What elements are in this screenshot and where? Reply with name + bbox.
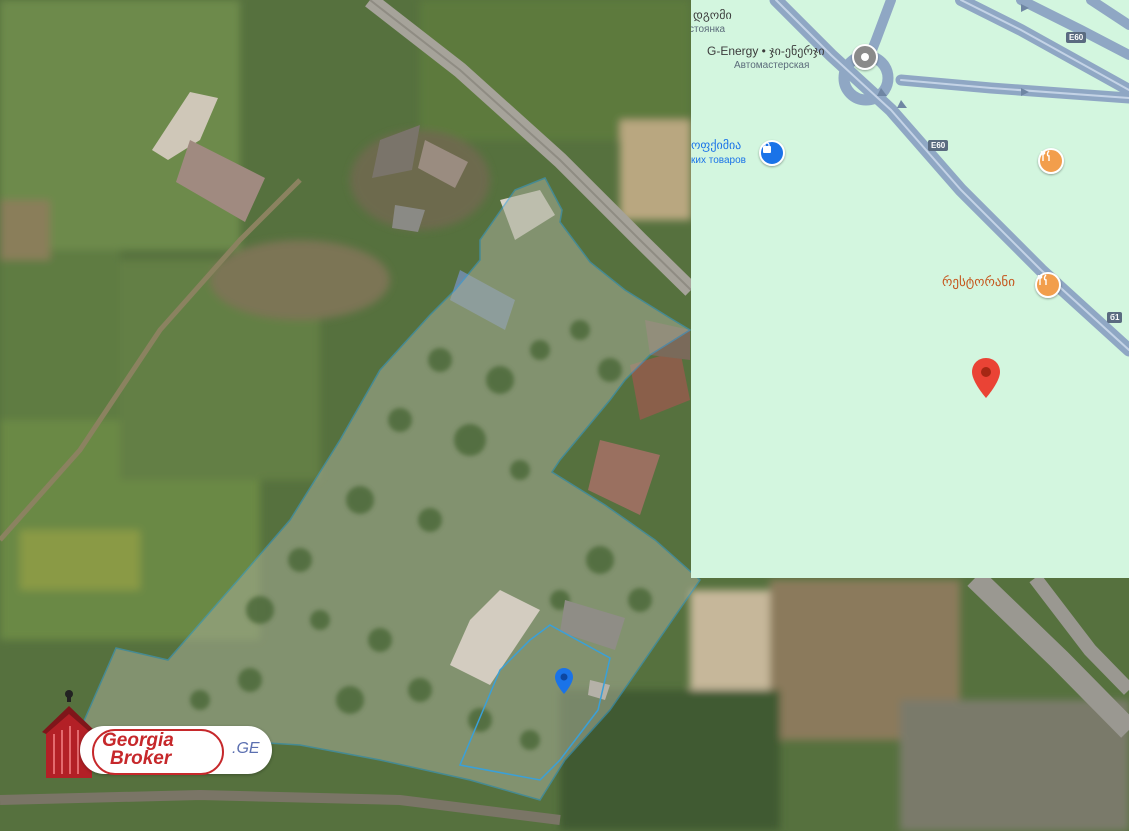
red-map-pin-icon[interactable] — [972, 358, 1000, 398]
fork-knife-icon[interactable] — [1038, 148, 1064, 174]
map-label-shop-sub: ких товаров — [691, 155, 746, 166]
fork-knife-icon[interactable] — [1035, 272, 1061, 298]
logo-line2: Broker — [110, 748, 172, 769]
map-label-restaurant[interactable]: რესტორანი — [942, 274, 1015, 290]
road-shield-b1: б1 — [1107, 312, 1123, 323]
map-label-parking-sub: стоянка — [691, 24, 726, 35]
map-label-gas-station[interactable]: G-Energy • ჯი-ენერჯი — [707, 44, 825, 58]
logo-name: Georgia Broker — [102, 731, 174, 769]
map-label-parking[interactable]: დგომი — [693, 8, 732, 22]
georgia-broker-logo: Georgia Broker .GE — [40, 690, 272, 782]
gas-station-icon[interactable] — [852, 44, 878, 70]
shopping-bag-icon[interactable] — [759, 140, 785, 166]
map-inset[interactable]: დგომი стоянка G-Energy • ჯი-ენერჯი Автом… — [691, 0, 1129, 578]
location-pin-icon[interactable] — [555, 668, 573, 694]
map-label-shop[interactable]: ოფქიმია — [691, 138, 741, 152]
road-shield-e60: E60 — [928, 140, 949, 151]
map-roads — [769, 0, 1129, 357]
road-shield-e60: E60 — [1066, 32, 1087, 43]
logo-tld: .GE — [232, 740, 260, 757]
map-label-gas-station-sub: Автомастерская — [734, 60, 810, 71]
